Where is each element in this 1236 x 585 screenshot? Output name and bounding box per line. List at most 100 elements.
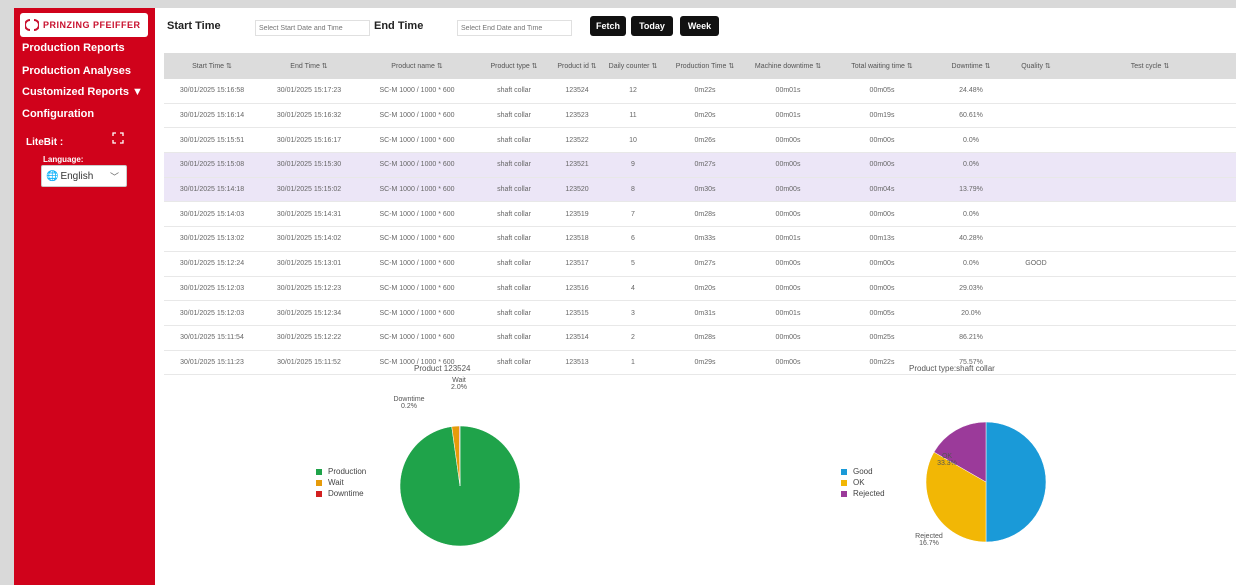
table-row[interactable]: 30/01/2025 15:13:02 30/01/2025 15:14:02 SC… <box>164 226 1236 252</box>
nav-configuration[interactable]: Configuration <box>22 108 94 120</box>
table-cell: shaft collar <box>476 103 552 129</box>
table-row[interactable]: 30/01/2025 15:15:51 30/01/2025 15:16:17 SC… <box>164 127 1236 154</box>
legend-label: OK <box>853 478 865 487</box>
table-cell: 00m00s <box>746 325 830 351</box>
table-cell: 00m01s <box>746 103 830 129</box>
table-cell: 30/01/2025 15:12:23 <box>260 276 358 302</box>
table-cell: 00m00s <box>746 251 830 277</box>
column-header[interactable]: Downtime ⇅ <box>934 53 1008 79</box>
language-select[interactable]: 🌐 English ﹀ <box>41 165 127 187</box>
start-time-input[interactable] <box>255 20 370 36</box>
table-cell: 00m13s <box>830 226 934 252</box>
legend-good: Good <box>841 467 873 476</box>
table-cell: 00m00s <box>746 201 830 228</box>
table-row[interactable]: 30/01/2025 15:12:03 30/01/2025 15:12:23 SC… <box>164 276 1236 302</box>
table-cell: shaft collar <box>476 177 552 203</box>
table-cell: SC-M 1000 / 1000 * 600 <box>358 127 476 154</box>
column-header[interactable]: Production Time ⇅ <box>664 53 746 79</box>
table-cell: 00m00s <box>746 127 830 154</box>
table-cell: 30/01/2025 15:16:14 <box>164 103 260 129</box>
column-header[interactable]: Machine downtime ⇅ <box>746 53 830 79</box>
table-cell: 6 <box>602 226 664 252</box>
table-cell <box>1008 152 1064 178</box>
table-cell: 29.03% <box>934 276 1008 302</box>
column-header[interactable]: Quality ⇅ <box>1008 53 1064 79</box>
table-cell: 123516 <box>552 276 602 302</box>
table-row[interactable]: 30/01/2025 15:16:14 30/01/2025 15:16:32 SC… <box>164 103 1236 129</box>
column-header[interactable]: Test cycle ⇅ <box>1064 53 1236 79</box>
start-time-label: Start Time <box>167 20 221 32</box>
table-cell: shaft collar <box>476 251 552 277</box>
table-cell: 0.0% <box>934 152 1008 178</box>
table-cell: 123514 <box>552 325 602 351</box>
table-cell: SC-M 1000 / 1000 * 600 <box>358 251 476 277</box>
table-cell: 123518 <box>552 226 602 252</box>
table-cell: 13.79% <box>934 177 1008 203</box>
nav-customized-reports[interactable]: Customized Reports ▼ <box>22 86 143 98</box>
column-header[interactable]: Product name ⇅ <box>358 53 476 79</box>
table-cell: 00m00s <box>746 177 830 203</box>
legend-downtime: Downtime <box>316 489 364 498</box>
table-cell: 00m04s <box>830 177 934 203</box>
table-row[interactable]: 30/01/2025 15:11:54 30/01/2025 15:12:22 SC… <box>164 325 1236 351</box>
week-button[interactable]: Week <box>680 16 719 36</box>
table-row[interactable]: 30/01/2025 15:12:03 30/01/2025 15:12:34 SC… <box>164 300 1236 326</box>
table-cell: SC-M 1000 / 1000 * 600 <box>358 276 476 302</box>
table-cell: 00m00s <box>746 350 830 376</box>
table-cell <box>1064 127 1236 154</box>
table-cell: 30/01/2025 15:15:30 <box>260 152 358 178</box>
table-row[interactable]: 30/01/2025 15:12:24 30/01/2025 15:13:01 SC… <box>164 251 1236 277</box>
table-cell <box>1064 300 1236 326</box>
legend-label: Wait <box>328 478 344 487</box>
table-cell: shaft collar <box>476 152 552 178</box>
table-cell: 40.28% <box>934 226 1008 252</box>
logo[interactable]: PRINZING PFEIFFER <box>20 13 148 37</box>
table-cell: 24.48% <box>934 79 1008 104</box>
logo-text: PRINZING PFEIFFER <box>43 20 141 30</box>
pie-slice-good[interactable] <box>985 421 1047 543</box>
column-header[interactable]: End Time ⇅ <box>260 53 358 79</box>
table-row[interactable]: 30/01/2025 15:16:58 30/01/2025 15:17:23 SC… <box>164 79 1236 104</box>
litebit-label: LiteBit : <box>26 137 64 148</box>
nav-production-reports[interactable]: Production Reports <box>22 42 125 54</box>
table-cell: 4 <box>602 276 664 302</box>
table-cell: 0m20s <box>664 276 746 302</box>
report-table: Start Time ⇅ End Time ⇅ Product name ⇅ Prod… <box>164 53 1236 376</box>
table-cell: 0m26s <box>664 127 746 154</box>
table-cell: SC-M 1000 / 1000 * 600 <box>358 177 476 203</box>
column-header[interactable]: Daily counter ⇅ <box>602 53 664 79</box>
column-header[interactable]: Total waiting time ⇅ <box>830 53 934 79</box>
column-header[interactable]: Product type ⇅ <box>476 53 552 79</box>
table-cell: 8 <box>602 177 664 203</box>
end-time-input[interactable] <box>457 20 572 36</box>
table-row[interactable]: 30/01/2025 15:15:08 30/01/2025 15:15:30 SC… <box>164 152 1236 178</box>
nav-production-analyses[interactable]: Production Analyses <box>22 65 131 77</box>
quality-pie-chart: Product type:shaft collar Good OK Reject… <box>829 363 1129 563</box>
table-cell: SC-M 1000 / 1000 * 600 <box>358 325 476 351</box>
sidebar: PRINZING PFEIFFER Production Reports Pro… <box>14 8 155 585</box>
column-header[interactable]: Start Time ⇅ <box>164 53 260 79</box>
table-cell <box>1064 177 1236 203</box>
table-cell: 30/01/2025 15:11:54 <box>164 325 260 351</box>
table-cell: 3 <box>602 300 664 326</box>
table-cell: 123521 <box>552 152 602 178</box>
table-row[interactable]: 30/01/2025 15:14:18 30/01/2025 15:15:02 SC… <box>164 177 1236 203</box>
table-cell <box>1064 251 1236 277</box>
table-cell <box>1064 276 1236 302</box>
production-table: Start Time ⇅ End Time ⇅ Product name ⇅ Prod… <box>164 53 1236 376</box>
column-header[interactable]: Product id ⇅ <box>552 53 602 79</box>
table-cell: 30/01/2025 15:13:02 <box>164 226 260 252</box>
table-row[interactable]: 30/01/2025 15:14:03 30/01/2025 15:14:31 SC… <box>164 201 1236 228</box>
fetch-button[interactable]: Fetch <box>590 16 626 36</box>
downtime-slice-label: Downtime 0.2% <box>393 396 425 410</box>
fullscreen-icon[interactable] <box>112 132 124 144</box>
table-cell: 00m05s <box>830 79 934 104</box>
table-cell <box>1008 201 1064 228</box>
table-cell: 00m00s <box>830 251 934 277</box>
legend-swatch <box>316 490 322 497</box>
today-button[interactable]: Today <box>631 16 673 36</box>
table-cell: 0m22s <box>664 79 746 104</box>
legend-ok: OK <box>841 478 865 487</box>
pie-svg <box>399 425 521 547</box>
table-cell: 00m00s <box>830 152 934 178</box>
